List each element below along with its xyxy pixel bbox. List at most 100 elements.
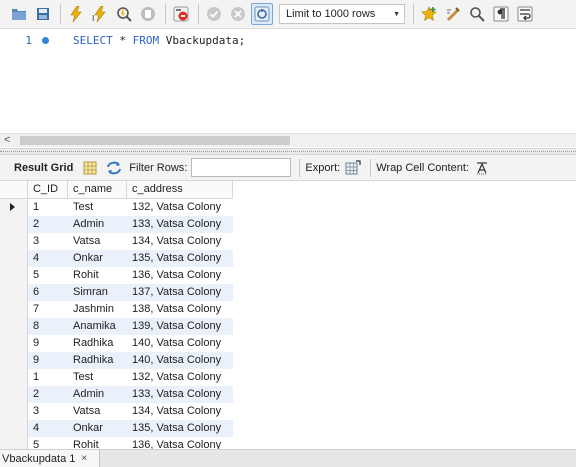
cell-c-name[interactable]: Radhika <box>68 352 127 369</box>
cell-c-address[interactable]: 134, Vatsa Colony <box>127 403 233 420</box>
cell-c-id[interactable]: 1 <box>28 369 68 386</box>
editor-horizontal-scrollbar[interactable]: < <box>0 133 576 147</box>
table-row[interactable]: 9 Radhika 140, Vatsa Colony <box>0 335 233 352</box>
table-row[interactable]: 2 Admin 133, Vatsa Colony <box>0 216 233 233</box>
find-replace-icon[interactable] <box>466 3 488 25</box>
cell-c-name[interactable]: Anamika <box>68 318 127 335</box>
cell-c-name[interactable]: Rohit <box>68 267 127 284</box>
row-selector[interactable] <box>0 386 28 403</box>
code-line-1[interactable]: 1 SELECT * FROM Vbackupdata; <box>0 32 245 48</box>
row-selector[interactable] <box>0 250 28 267</box>
cell-c-address[interactable]: 137, Vatsa Colony <box>127 284 233 301</box>
commit-icon[interactable] <box>203 3 225 25</box>
scroll-left-icon[interactable]: < <box>4 134 10 147</box>
row-selector[interactable] <box>0 301 28 318</box>
table-row[interactable]: 3 Vatsa 134, Vatsa Colony <box>0 233 233 250</box>
cell-c-address[interactable]: 139, Vatsa Colony <box>127 318 233 335</box>
cell-c-id[interactable]: 4 <box>28 250 68 267</box>
rollback-icon[interactable] <box>227 3 249 25</box>
cell-c-id[interactable]: 5 <box>28 437 68 449</box>
cell-c-id[interactable]: 3 <box>28 403 68 420</box>
execute-icon[interactable] <box>65 3 87 25</box>
cell-c-name[interactable]: Test <box>68 199 127 216</box>
cell-c-address[interactable]: 133, Vatsa Colony <box>127 386 233 403</box>
table-row[interactable]: 4 Onkar 135, Vatsa Colony <box>0 420 233 437</box>
explain-icon[interactable] <box>113 3 135 25</box>
cell-c-address[interactable]: 136, Vatsa Colony <box>127 267 233 284</box>
table-row[interactable]: 7 Jashmin 138, Vatsa Colony <box>0 301 233 318</box>
cell-c-name[interactable]: Test <box>68 369 127 386</box>
cell-c-id[interactable]: 2 <box>28 386 68 403</box>
cell-c-name[interactable]: Vatsa <box>68 233 127 250</box>
cell-c-address[interactable]: 135, Vatsa Colony <box>127 420 233 437</box>
cell-c-id[interactable]: 7 <box>28 301 68 318</box>
close-icon[interactable]: × <box>81 453 87 464</box>
table-row[interactable]: 1 Test 132, Vatsa Colony <box>0 369 233 386</box>
column-header-c-id[interactable]: C_ID <box>28 181 68 199</box>
row-selector[interactable] <box>0 267 28 284</box>
cell-c-name[interactable]: Rohit <box>68 437 127 449</box>
cell-c-address[interactable]: 132, Vatsa Colony <box>127 369 233 386</box>
limit-rows-select[interactable]: Limit to 1000 rows ▼ <box>279 4 405 24</box>
autocommit-toggle-icon[interactable] <box>251 3 273 25</box>
cell-c-name[interactable]: Vatsa <box>68 403 127 420</box>
row-selector[interactable] <box>0 403 28 420</box>
cell-c-id[interactable]: 6 <box>28 284 68 301</box>
add-snippet-icon[interactable] <box>418 3 440 25</box>
row-selector[interactable] <box>0 437 28 449</box>
table-row[interactable]: 3 Vatsa 134, Vatsa Colony <box>0 403 233 420</box>
save-icon[interactable] <box>32 3 54 25</box>
column-header-c-name[interactable]: c_name <box>68 181 127 199</box>
cell-c-name[interactable]: Simran <box>68 284 127 301</box>
refresh-icon[interactable] <box>105 159 123 177</box>
panel-splitter[interactable] <box>0 148 576 155</box>
column-header-c-address[interactable]: c_address <box>127 181 233 199</box>
cell-c-id[interactable]: 9 <box>28 335 68 352</box>
execute-current-icon[interactable]: I <box>89 3 111 25</box>
cell-c-address[interactable]: 134, Vatsa Colony <box>127 233 233 250</box>
sql-editor[interactable]: 1 SELECT * FROM Vbackupdata; <box>0 29 576 133</box>
cell-c-name[interactable]: Onkar <box>68 420 127 437</box>
row-selector[interactable] <box>0 284 28 301</box>
table-row[interactable]: 5 Rohit 136, Vatsa Colony <box>0 267 233 284</box>
cell-c-address[interactable]: 140, Vatsa Colony <box>127 335 233 352</box>
beautify-icon[interactable] <box>442 3 464 25</box>
cell-c-id[interactable]: 1 <box>28 199 68 216</box>
table-row[interactable]: 1 Test 132, Vatsa Colony <box>0 199 233 216</box>
cell-c-address[interactable]: 138, Vatsa Colony <box>127 301 233 318</box>
row-selector[interactable] <box>0 369 28 386</box>
table-row[interactable]: 5 Rohit 136, Vatsa Colony <box>0 437 233 449</box>
export-icon[interactable] <box>344 159 362 177</box>
cell-c-id[interactable]: 9 <box>28 352 68 369</box>
toggle-error-icon[interactable] <box>170 3 192 25</box>
result-tab[interactable]: Vbackupdata 1 × <box>0 450 100 467</box>
grid-icon[interactable] <box>81 159 99 177</box>
cell-c-address[interactable]: 133, Vatsa Colony <box>127 216 233 233</box>
cell-c-id[interactable]: 4 <box>28 420 68 437</box>
invisible-chars-icon[interactable] <box>490 3 512 25</box>
row-selector[interactable] <box>0 216 28 233</box>
table-row[interactable]: 9 Radhika 140, Vatsa Colony <box>0 352 233 369</box>
scrollbar-thumb[interactable] <box>20 136 290 145</box>
row-selector[interactable] <box>0 199 28 216</box>
wrap-text-icon[interactable] <box>473 159 491 177</box>
row-selector[interactable] <box>0 233 28 250</box>
word-wrap-icon[interactable] <box>514 3 536 25</box>
cell-c-id[interactable]: 2 <box>28 216 68 233</box>
cell-c-address[interactable]: 135, Vatsa Colony <box>127 250 233 267</box>
row-selector[interactable] <box>0 335 28 352</box>
cell-c-address[interactable]: 136, Vatsa Colony <box>127 437 233 449</box>
cell-c-name[interactable]: Admin <box>68 216 127 233</box>
table-row[interactable]: 6 Simran 137, Vatsa Colony <box>0 284 233 301</box>
cell-c-address[interactable]: 132, Vatsa Colony <box>127 199 233 216</box>
table-row[interactable]: 2 Admin 133, Vatsa Colony <box>0 386 233 403</box>
row-selector[interactable] <box>0 318 28 335</box>
result-grid-label[interactable]: Result Grid <box>14 162 73 174</box>
stop-icon[interactable] <box>137 3 159 25</box>
result-grid[interactable]: C_ID c_name c_address 1 Test 132, Vatsa Co… <box>0 181 576 449</box>
filter-rows-input[interactable] <box>191 158 292 177</box>
row-selector[interactable] <box>0 420 28 437</box>
table-row[interactable]: 8 Anamika 139, Vatsa Colony <box>0 318 233 335</box>
cell-c-address[interactable]: 140, Vatsa Colony <box>127 352 233 369</box>
row-selector[interactable] <box>0 352 28 369</box>
